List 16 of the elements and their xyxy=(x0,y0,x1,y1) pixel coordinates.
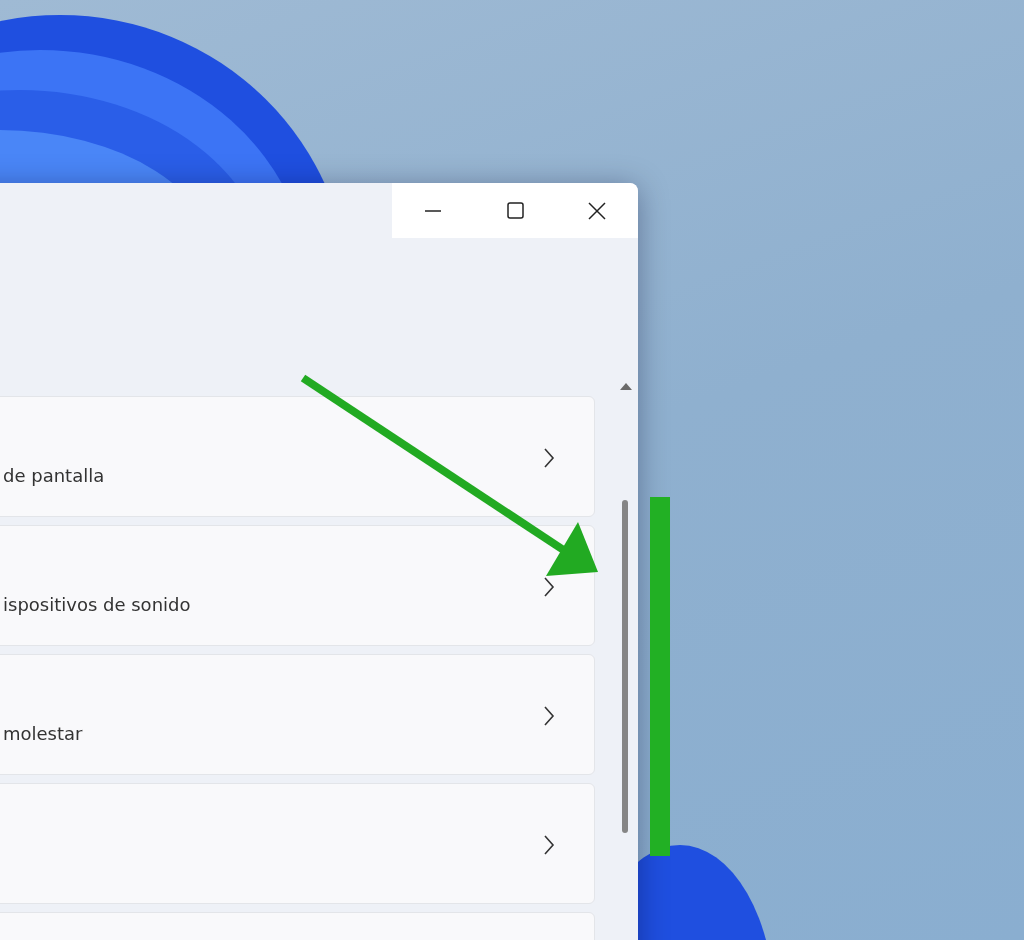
chevron-right-icon xyxy=(542,447,556,469)
minimize-icon xyxy=(424,209,442,212)
settings-card[interactable]: de pantalla xyxy=(0,396,595,517)
setting-description: de pantalla xyxy=(3,465,105,486)
scrollbar-thumb[interactable] xyxy=(622,500,628,833)
setting-description: molestar xyxy=(3,723,83,744)
settings-card[interactable]: ispositivos de sonido xyxy=(0,525,595,646)
chevron-right-icon xyxy=(542,576,556,598)
setting-description: ispositivos de sonido xyxy=(3,594,191,615)
chevron-right-icon xyxy=(542,834,556,856)
chevron-right-icon xyxy=(542,705,556,727)
settings-card[interactable]: molestar xyxy=(0,654,595,775)
scroll-up-icon[interactable] xyxy=(619,381,633,391)
close-icon xyxy=(588,201,606,220)
maximize-icon xyxy=(506,201,524,220)
settings-card[interactable] xyxy=(0,783,595,904)
